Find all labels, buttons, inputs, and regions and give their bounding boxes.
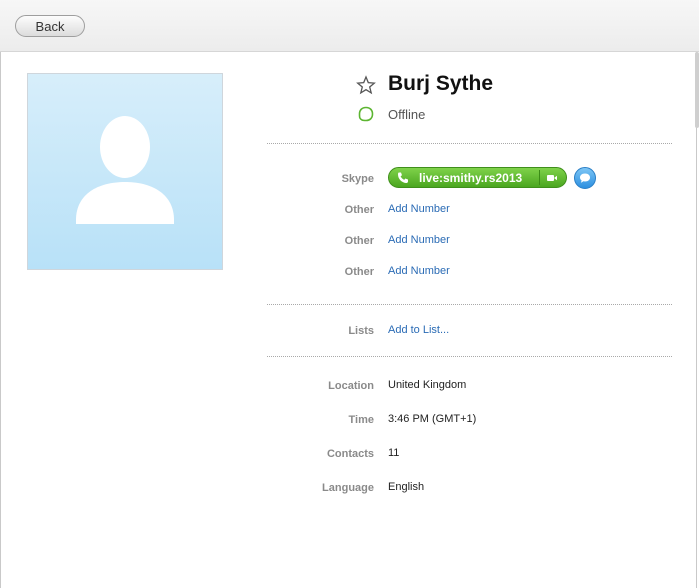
- status-text: Offline: [388, 107, 426, 122]
- toolbar: Back: [0, 0, 699, 52]
- phone-label: Other: [344, 266, 374, 278]
- location-label: Location: [328, 380, 374, 392]
- chat-button[interactable]: [574, 167, 596, 189]
- add-number-link[interactable]: Add Number: [388, 265, 450, 277]
- contacts-value: 11: [388, 447, 400, 459]
- default-avatar-icon: [76, 116, 174, 224]
- time-label: Time: [348, 414, 374, 426]
- pill-divider: [539, 170, 540, 185]
- add-to-list-link[interactable]: Add to List...: [388, 324, 449, 336]
- location-value: United Kingdom: [388, 379, 467, 391]
- phone-icon: [398, 172, 408, 183]
- time-value: 3:46 PM (GMT+1): [388, 413, 477, 425]
- divider: [267, 356, 672, 357]
- skype-label: Skype: [341, 173, 374, 185]
- add-number-link[interactable]: Add Number: [388, 234, 450, 246]
- offline-status-icon: [358, 106, 374, 122]
- contacts-label: Contacts: [326, 448, 374, 460]
- phone-label: Other: [344, 235, 374, 247]
- language-value: English: [388, 481, 425, 493]
- skype-call-button[interactable]: live:smithy.rs2013: [388, 167, 567, 188]
- avatar: [27, 73, 223, 270]
- divider: [267, 143, 672, 144]
- contact-name: Burj Sythe: [388, 72, 494, 95]
- divider: [267, 304, 672, 305]
- lists-label: Lists: [348, 325, 374, 337]
- phone-label: Other: [344, 204, 374, 216]
- scrollbar[interactable]: [695, 52, 699, 128]
- language-label: Language: [322, 482, 374, 494]
- back-button[interactable]: Back: [15, 15, 85, 37]
- favorite-star-icon[interactable]: [356, 75, 376, 95]
- video-call-icon[interactable]: [544, 172, 560, 184]
- chat-bubble-icon: [580, 173, 590, 183]
- skype-id: live:smithy.rs2013: [419, 171, 523, 185]
- add-number-link[interactable]: Add Number: [388, 203, 450, 215]
